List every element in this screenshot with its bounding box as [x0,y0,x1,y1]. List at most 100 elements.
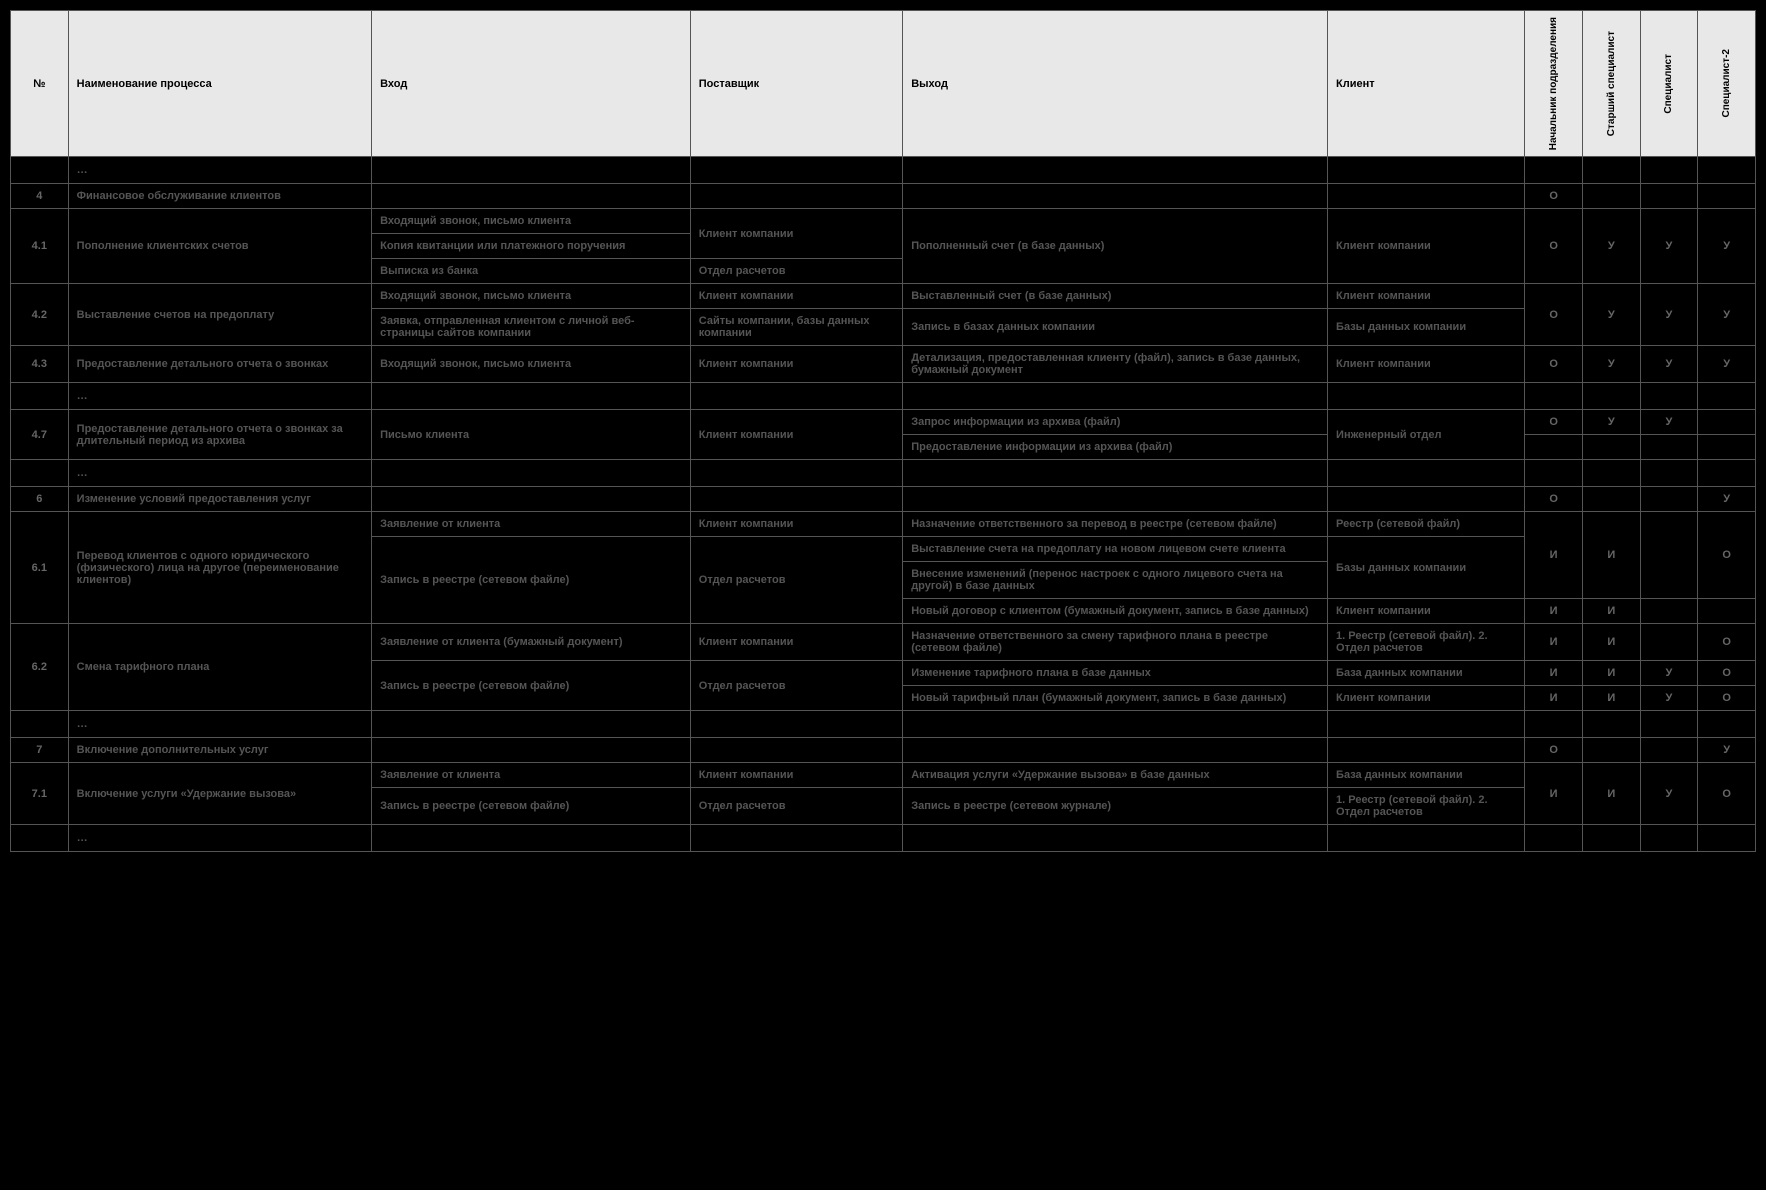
table-row: 6.2Смена тарифного планаЗаявление от кли… [11,624,1756,661]
cell [1328,825,1525,852]
cell [1698,711,1756,738]
cell [690,184,902,209]
role: И [1582,624,1640,661]
table-row: 4.2Выставление счетов на предоплатуВходя… [11,284,1756,309]
cell [1328,184,1525,209]
role [1640,512,1698,599]
cell [372,460,691,487]
role: У [1698,487,1756,512]
h-role2: Старший специалист [1582,11,1640,157]
cell [903,157,1328,184]
cell [1525,825,1583,852]
cell [1328,738,1525,763]
input: Запись в реестре (сетевом файле) [372,537,691,624]
client: Базы данных компании [1328,537,1525,599]
client: Клиент компании [1328,346,1525,383]
cell [1525,157,1583,184]
h-role3: Специалист [1640,11,1698,157]
input: Выписка из банка [372,259,691,284]
output: Запись в реестре (сетевом журнале) [903,788,1328,825]
cell [690,711,902,738]
cell [1582,711,1640,738]
h-client: Клиент [1328,11,1525,157]
process-name: Включение услуги «Удержание вызова» [68,763,371,825]
role: У [1640,209,1698,284]
num: 6 [11,487,69,512]
ellipsis: … [68,711,371,738]
cell [1640,383,1698,410]
role [1698,435,1756,460]
role: И [1525,624,1583,661]
role: О [1525,209,1583,284]
input: Заявление от клиента [372,763,691,788]
cell [690,460,902,487]
output: Новый договор с клиентом (бумажный докум… [903,599,1328,624]
role: У [1582,346,1640,383]
cell [1640,711,1698,738]
supplier: Клиент компании [690,209,902,259]
cell [1582,825,1640,852]
client: Клиент компании [1328,686,1525,711]
supplier: Отдел расчетов [690,788,902,825]
role: У [1640,661,1698,686]
process-name: Финансовое обслуживание клиентов [68,184,371,209]
h-num: № [11,11,69,157]
role: О [1698,661,1756,686]
cell [1328,487,1525,512]
cell [372,711,691,738]
h-role1: Начальник подразделения [1525,11,1583,157]
cell [903,487,1328,512]
cell [372,383,691,410]
role: И [1525,661,1583,686]
role: И [1582,512,1640,599]
cell [690,738,902,763]
cell [1582,383,1640,410]
output: Детализация, предоставленная клиенту (фа… [903,346,1328,383]
role: У [1640,346,1698,383]
cell [11,711,69,738]
cell [1640,157,1698,184]
num: 6.1 [11,512,69,624]
role [1640,599,1698,624]
role: И [1582,686,1640,711]
cell [903,383,1328,410]
role [1582,487,1640,512]
output: Запрос информации из архива (файл) [903,410,1328,435]
role [1582,435,1640,460]
num: 6.2 [11,624,69,711]
input: Заявление от клиента (бумажный документ) [372,624,691,661]
header-row: № Наименование процесса Вход Поставщик В… [11,11,1756,157]
role [1525,435,1583,460]
role: О [1525,184,1583,209]
process-table: № Наименование процесса Вход Поставщик В… [10,10,1756,852]
ellipsis: … [68,460,371,487]
role: И [1582,661,1640,686]
cell [690,157,902,184]
cell [1698,825,1756,852]
supplier: Клиент компании [690,624,902,661]
h-output: Выход [903,11,1328,157]
supplier: Отдел расчетов [690,259,902,284]
cell [1640,825,1698,852]
role: О [1698,624,1756,661]
cell [11,157,69,184]
process-name: Выставление счетов на предоплату [68,284,371,346]
supplier: Клиент компании [690,346,902,383]
role: И [1525,763,1583,825]
role [1640,738,1698,763]
cell [903,825,1328,852]
output: Активация услуги «Удержание вызова» в ба… [903,763,1328,788]
num: 4 [11,184,69,209]
supplier: Отдел расчетов [690,661,902,711]
input: Запись в реестре (сетевом файле) [372,788,691,825]
role: О [1525,487,1583,512]
cell [1698,157,1756,184]
process-name: Смена тарифного плана [68,624,371,711]
role: О [1525,346,1583,383]
client: Клиент компании [1328,284,1525,309]
client: Клиент компании [1328,599,1525,624]
role [1698,184,1756,209]
input: Письмо клиента [372,410,691,460]
input: Заявление от клиента [372,512,691,537]
h-input: Вход [372,11,691,157]
